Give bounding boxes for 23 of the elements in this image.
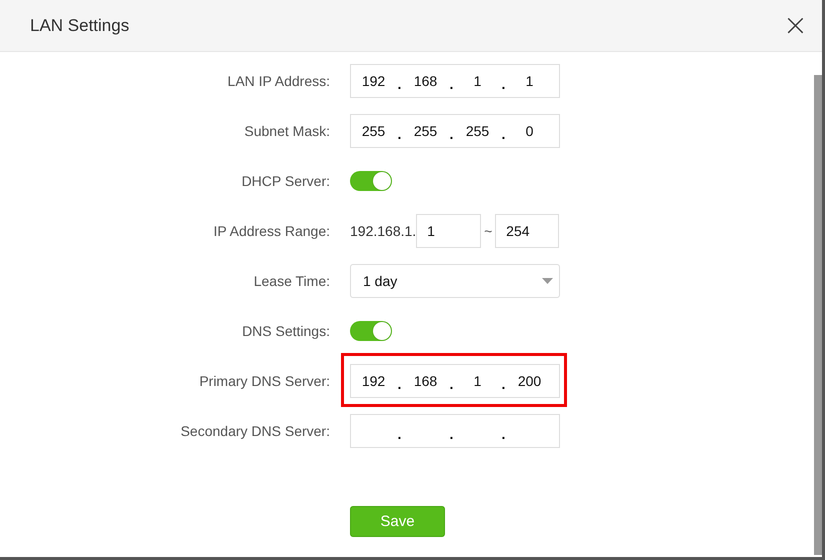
scrollbar[interactable]	[814, 75, 822, 555]
field-label: Subnet Mask:	[243, 123, 330, 139]
field-label: DNS Settings:	[241, 323, 330, 339]
caret-icon	[542, 278, 553, 284]
ip-address-field[interactable]: 192 . 168 . 1 . 1	[350, 64, 560, 98]
field-label: Lease Time:	[252, 273, 330, 289]
ip-address-field[interactable]: 192 . 168 . 1 . 200	[350, 364, 560, 398]
dialog-title: LAN Settings	[30, 16, 130, 36]
ip-prefix: 192.168.1.	[350, 223, 416, 239]
close-button[interactable]: ×	[782, 10, 808, 40]
range-separator: ~	[483, 223, 494, 239]
field-label: LAN IP Address:	[226, 73, 330, 89]
ip-address-field[interactable]: . . .	[350, 414, 560, 448]
field-label: Secondary DNS Server:	[180, 423, 330, 439]
toggle-switch[interactable]	[350, 321, 392, 341]
range-start-field[interactable]: 1	[416, 214, 482, 248]
toggle-switch[interactable]	[350, 171, 392, 191]
range-end-field[interactable]: 254	[495, 214, 560, 248]
field-label: IP Address Range:	[212, 223, 330, 239]
lease-time-dropdown[interactable]: 1 day	[350, 264, 560, 298]
ip-address-field[interactable]: 255 . 255 . 255 . 0	[350, 114, 560, 148]
field-label: DHCP Server:	[240, 173, 330, 189]
field-label: Primary DNS Server:	[198, 373, 330, 389]
